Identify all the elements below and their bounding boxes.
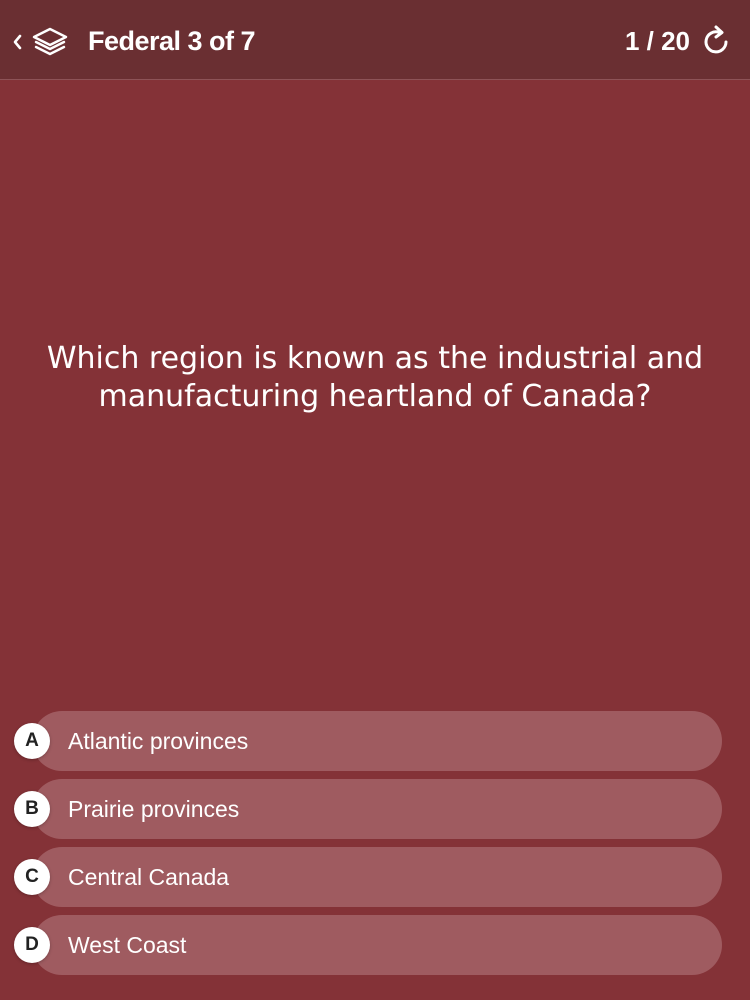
answer-badge-a: A <box>14 723 50 759</box>
answer-option-c[interactable]: Central Canada <box>32 847 722 907</box>
answer-option-a[interactable]: Atlantic provinces <box>32 711 722 771</box>
answer-badge-d: D <box>14 927 50 963</box>
answer-option-d[interactable]: West Coast <box>32 915 722 975</box>
answer-label: West Coast <box>68 932 187 958</box>
answer-label: Prairie provinces <box>68 796 240 822</box>
refresh-icon[interactable] <box>700 24 734 58</box>
answer-label: Atlantic provinces <box>68 728 249 754</box>
top-bar: Federal 3 of 7 1 / 20 <box>0 0 750 80</box>
answer-badge-c: C <box>14 859 50 895</box>
answer-badge-b: B <box>14 791 50 827</box>
chevron-left-icon <box>13 34 22 50</box>
question-text: Which region is known as the industrial … <box>46 341 704 414</box>
answer-option-b[interactable]: Prairie provinces <box>32 779 722 839</box>
question-counter: 1 / 20 <box>624 26 690 56</box>
layers-icon <box>32 27 68 56</box>
back-button[interactable] <box>12 26 82 58</box>
quiz-title: Federal 3 of 7 <box>88 26 256 56</box>
answer-label: Central Canada <box>68 864 230 890</box>
